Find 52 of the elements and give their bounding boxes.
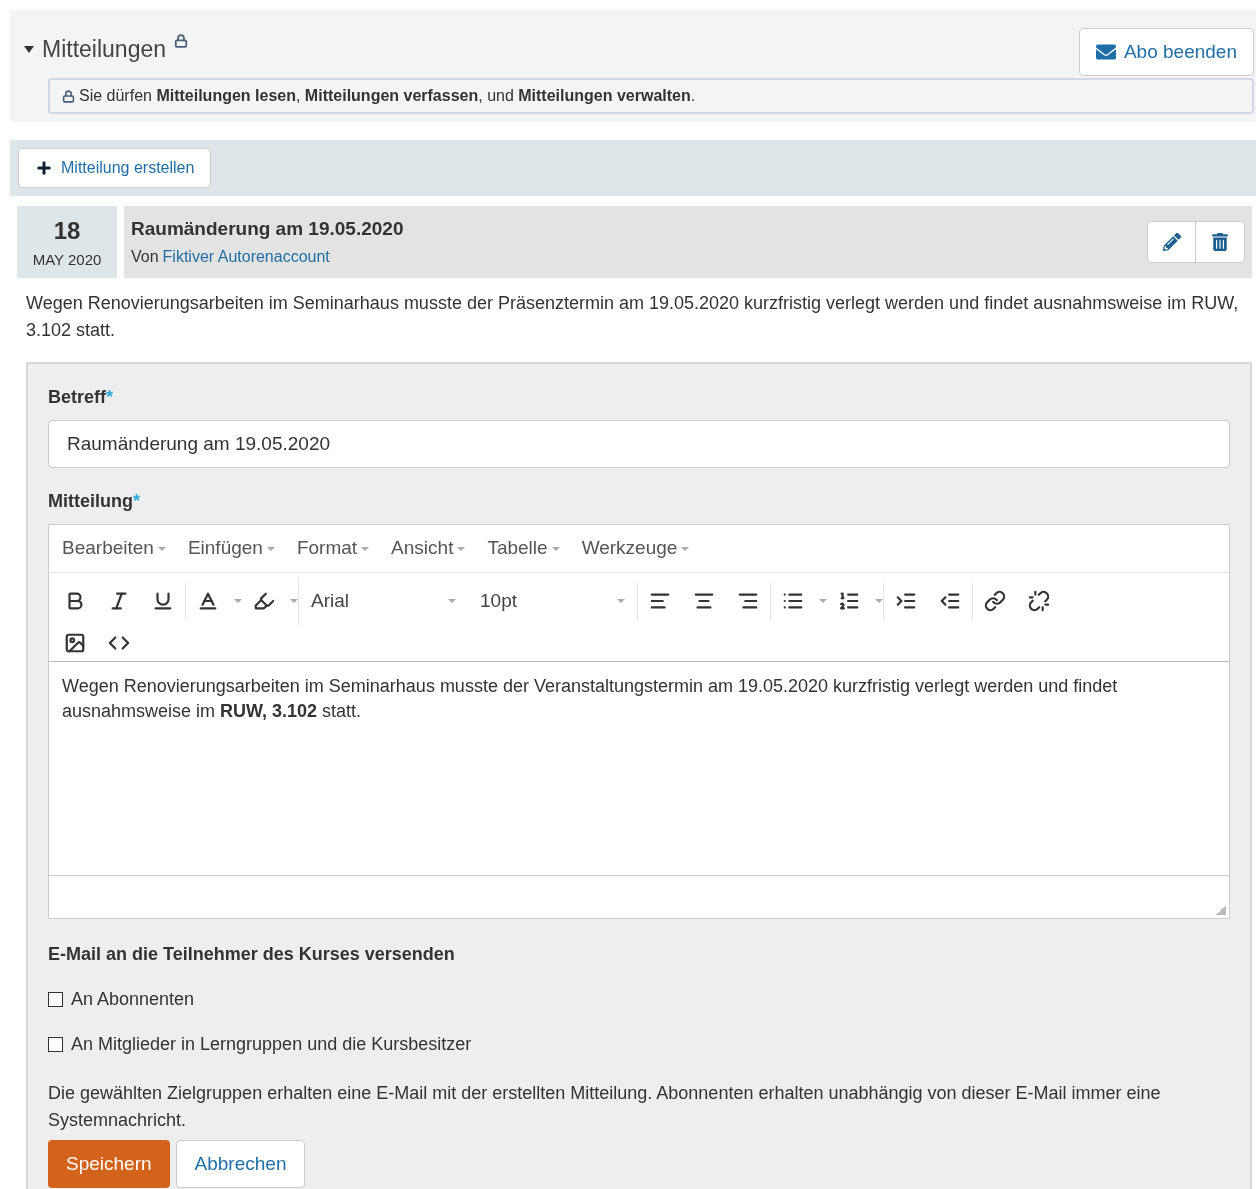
lock-icon (62, 89, 75, 103)
caret-icon (875, 599, 883, 603)
caret-icon (457, 546, 466, 551)
save-button[interactable]: Speichern (48, 1140, 170, 1188)
checkbox[interactable] (48, 1037, 63, 1052)
editor-text: Wegen Renovierungsarbeiten im Seminarhaus musste der Veranstaltungstermin am 19.05.2020 kurzfristig verlegt werden und findet ausnahmsweise im RUW, 3.102 statt. (62, 676, 1118, 721)
checkbox[interactable] (48, 992, 63, 1007)
pencil-icon (1162, 233, 1181, 251)
caret-icon (551, 546, 560, 551)
message-label: Mitteilung (48, 491, 133, 511)
caret-icon (290, 599, 298, 603)
menu-item[interactable]: Tabelle (487, 534, 560, 563)
section-title: Mitteilungen (42, 35, 167, 64)
date-day: 18 (53, 212, 81, 249)
caret-icon (617, 599, 625, 603)
font-family-select[interactable]: Arial (311, 586, 456, 616)
menu-item[interactable]: Ansicht (391, 534, 466, 563)
checkbox-label: An Mitglieder in Lerngruppen und die Kursbesitzer (71, 1033, 472, 1056)
menu-item[interactable]: Format (296, 534, 370, 563)
required-mark: * (106, 387, 114, 407)
caret-icon (681, 546, 690, 551)
font-size-select[interactable]: 10pt (480, 586, 625, 616)
lock-icon (174, 34, 189, 48)
author-link[interactable]: Fiktiver Autorenaccount (162, 245, 330, 270)
subject-field[interactable]: Raumänderung am 19.05.2020 (48, 420, 1230, 468)
caret-icon (157, 546, 166, 551)
trash-icon (1211, 233, 1229, 251)
envelope-icon (1095, 42, 1116, 62)
note-text: Die gewählten Zielgruppen erhalten eine E-Mail mit der erstellten Mitteilung. Abonnenten erhalten unabhängig von dieser E-Mail immer eine Systemnachricht. (48, 1082, 1162, 1132)
menu-item[interactable]: Werkzeuge (581, 534, 690, 563)
unsubscribe-button[interactable]: Abo beenden (1078, 28, 1254, 76)
permissions-text: Sie dürfen Mitteilungen lesen, Mitteilungen verfassen, und Mitteilungen verwalten. (79, 86, 696, 106)
post-body: Wegen Renovierungsarbeiten im Seminarhaus musste der Präsenztermin am 19.05.2020 kurzfristig verlegt werden und findet ausnahmsweise im RUW, 3.102 statt. (26, 292, 1240, 342)
cancel-button[interactable]: Abbrechen (175, 1140, 306, 1188)
caret-icon (448, 599, 456, 603)
caret-icon (266, 546, 275, 551)
date-month-year: MAY 2020 (32, 249, 102, 270)
required-mark: * (133, 491, 140, 511)
checkbox-label: An Abonnenten (71, 988, 195, 1011)
plus-icon (35, 159, 53, 177)
menu-item[interactable]: Bearbeiten (62, 534, 166, 563)
caret-icon (234, 599, 242, 603)
post-title: Raumänderung am 19.05.2020 (131, 216, 404, 241)
author-prefix: Von (131, 247, 159, 268)
email-heading: E-Mail an die Teilnehmer des Kurses versenden (48, 943, 456, 966)
create-post-button[interactable]: Mitteilung erstellen (18, 148, 212, 188)
collapse-triangle-icon[interactable] (24, 45, 34, 53)
subject-label: Betreff (48, 387, 106, 407)
editor-content[interactable]: Wegen Renovierungsarbeiten im Seminarhaus musste der Veranstaltungstermin am 19.05.2020 kurzfristig verlegt werden und findet ausnahmsweise im RUW, 3.102 statt. (49, 662, 1229, 876)
caret-icon (819, 599, 827, 603)
menu-item[interactable]: Einfügen (187, 534, 275, 563)
caret-icon (361, 546, 370, 551)
